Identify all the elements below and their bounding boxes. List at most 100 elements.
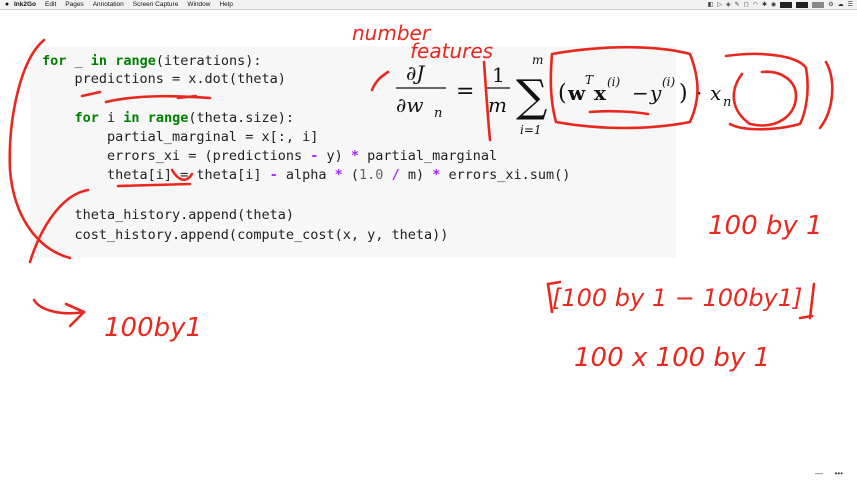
code-token: in [90,53,108,69]
formula-close-paren: ) [679,81,688,106]
formula-sum-upper: m [532,53,543,67]
ink-bracket [798,314,814,320]
tray-icon[interactable]: ◧ [708,1,714,8]
code-token: for [74,110,99,126]
code-line: errors_xi = (predictions - y) * partial_… [42,147,497,165]
formula-superscript-i: (i) [607,75,621,89]
gradient-formula: ∂J ∂w n = 1 m m ∑ i=1 ( w T x (i) − y (i… [396,53,688,137]
menu-app-name[interactable]: Ink2Go [14,1,36,8]
code-token: partial_marginal [359,148,498,164]
code-line: theta[i] = theta[i] - alpha * (1.0 / m) … [42,166,570,184]
code-line: theta_history.append(theta) [42,206,294,224]
code-token: (iterations): [155,53,262,69]
code-line: for i in range(theta.size): [42,109,295,127]
ink-bracket [546,282,554,314]
tray-indicator[interactable] [812,1,825,8]
menu-bar: ● Ink2Go Edit Pages Annotation Screen Ca… [0,0,857,10]
formula-y: y [649,81,662,105]
ink-bracket [546,280,562,286]
formula-transpose: T [585,73,594,87]
code-token: m) [399,167,433,183]
formula-dot: · [696,81,702,105]
code-token: (theta.size): [188,110,295,126]
menu-extra-icon[interactable]: ☰ [848,1,853,8]
code-token: 1.0 [359,167,384,183]
formula-w: w [567,81,586,105]
formula-lhs-numerator: ∂J [406,61,425,85]
play-icon[interactable]: ▷ [717,1,722,8]
tray-icon[interactable]: ⚙ [828,1,833,8]
code-line: predictions = x.dot(theta) [42,70,286,88]
formula-superscript-i2: (i) [662,75,676,89]
menu-help[interactable]: Help [219,1,232,8]
formula-fraction-denominator: m [488,93,507,117]
ink-bracket [808,282,816,320]
menu-pages[interactable]: Pages [65,1,83,8]
cloud-icon[interactable]: ☁ [838,1,844,8]
ink-text-product: 100 x 100 by 1 [574,343,770,373]
tray-indicator[interactable] [780,1,793,8]
code-line: for _ in range(iterations): [42,52,262,70]
pen-icon[interactable]: ✎ [735,1,740,8]
tray-indicator[interactable] [796,1,809,8]
ink-text-bracket-expr: [100 by 1 − 100by1] [552,284,802,312]
wifi-icon[interactable]: ◠ [753,1,758,8]
code-token: / [391,167,400,183]
code-token: * [334,167,343,183]
ink-arrow [32,298,86,315]
formula-xn: x [710,81,721,105]
tray-icon[interactable]: ◻ [744,1,749,8]
code-token: ( [342,167,360,183]
code-token: range [115,53,156,69]
formula-xn-subscript: n [723,95,731,110]
ink-text-100by1-left: 100by1 [104,313,202,343]
more-icon[interactable]: ••• [835,469,843,478]
bluetooth-icon[interactable]: ✱ [762,1,767,8]
formula-sum: ∑ [516,71,547,122]
code-token: errors_xi = (predictions [42,148,311,164]
menu-edit[interactable]: Edit [45,1,56,8]
code-token: errors_xi.sum() [440,167,571,183]
apple-menu-icon[interactable]: ● [0,1,14,8]
code-token: in [123,110,140,126]
code-token: alpha [277,167,335,183]
code-token: partial_marginal = x[:, i] [42,129,319,145]
code-token: _ [66,53,91,69]
formula-x: x [594,81,607,105]
menu-annotation[interactable]: Annotation [93,1,124,8]
formula-sum-lower: i=1 [520,123,542,137]
ink-paren [818,60,834,130]
formula-lhs-subscript: n [434,106,442,121]
formula-equals: = [456,79,474,104]
status-tray: ◧ ▷ ◈ ✎ ◻ ◠ ✱ ◉ ⚙ ☁ ☰ [708,0,853,9]
tray-icon[interactable]: ◉ [771,1,776,8]
formula-fraction-numerator: 1 [492,63,505,87]
code-token: cost_history.append(compute_cost(x, y, t… [42,227,449,243]
code-token: range [147,110,189,126]
menu-screen-capture[interactable]: Screen Capture [133,1,179,8]
formula-tail: · x n [696,81,731,110]
code-token: i [98,110,124,126]
code-line: cost_history.append(compute_cost(x, y, t… [42,226,449,244]
code-token: predictions = x.dot(theta) [42,71,286,87]
code-token: y) [318,148,351,164]
code-line: partial_marginal = x[:, i] [42,128,318,146]
code-token: theta_history.append(theta) [42,207,294,223]
code-token: * [350,148,360,164]
code-token: theta[i] = theta[i] [42,167,270,183]
menu-window[interactable]: Window [187,1,210,8]
formula-lhs-denominator: ∂w [396,93,423,117]
ink-arrowhead [64,302,86,328]
ink-text-number: number [352,21,432,45]
corner-indicator: — [815,469,823,478]
formula-minus: − [632,81,649,105]
formula-open-paren: ( [558,81,567,106]
code-token: - [269,167,278,183]
code-token: for [42,53,67,69]
ink-text-100-by-1: 100 by 1 [708,211,823,241]
tray-icon[interactable]: ◈ [726,1,731,8]
